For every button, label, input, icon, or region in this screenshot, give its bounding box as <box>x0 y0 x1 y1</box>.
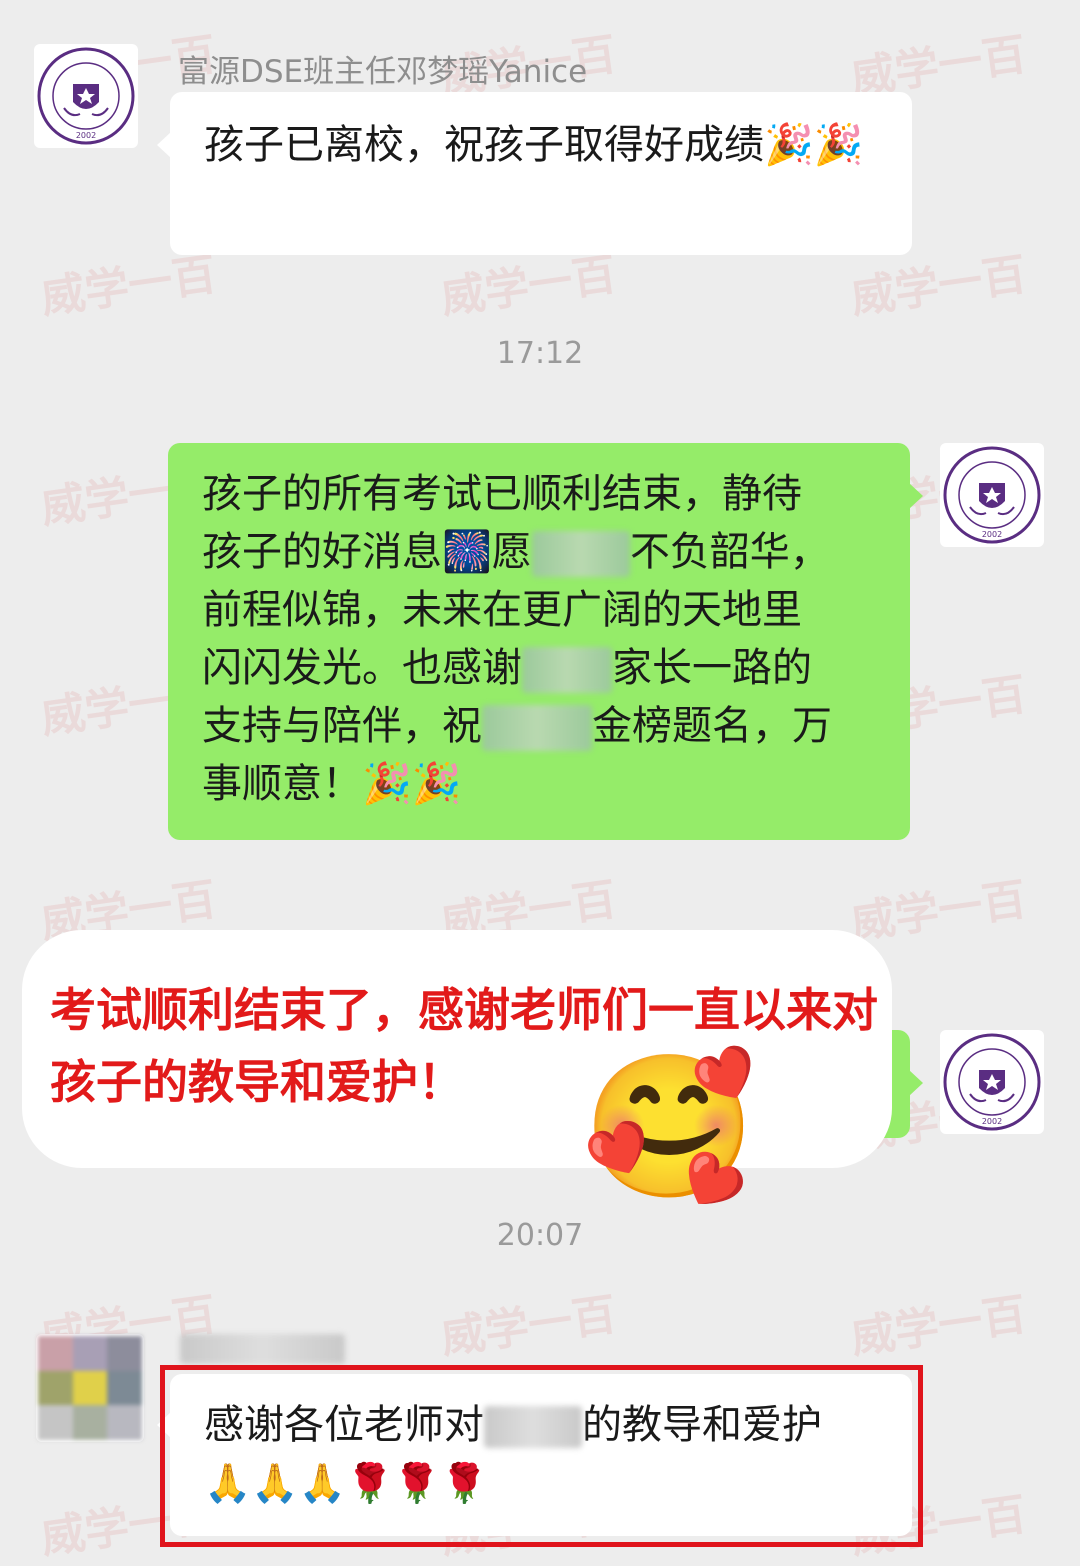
highlight-frame <box>160 1365 923 1547</box>
message-text-fragment: 金榜题名，万 <box>592 703 832 749</box>
parent-avatar[interactable] <box>36 1334 144 1442</box>
chat-message-list[interactable]: 2002 富源DSE班主任邓梦瑶Yanice 孩子已离校，祝孩子取得好成绩🎉🎉 … <box>0 0 1080 1559</box>
blurred-sender-name <box>180 1334 345 1364</box>
message-line: 闪闪发光。也感谢 家长一路的 <box>202 639 890 697</box>
blurred-avatar-image <box>38 1336 142 1440</box>
my-avatar[interactable]: 2002 <box>940 1030 1044 1134</box>
teacher-avatar[interactable]: 2002 <box>34 44 138 148</box>
message-text-fragment: 孩子的好消息🎆愿 <box>202 529 532 575</box>
bubble-tail <box>909 483 923 509</box>
bubble-tail <box>157 132 171 158</box>
blurred-name <box>522 647 612 693</box>
bubble-tail <box>909 1070 923 1096</box>
message-text: 孩子已离校，祝孩子取得好成绩🎉🎉 <box>204 122 864 168</box>
avatar-year: 2002 <box>982 530 1002 539</box>
message-line: 孩子的所有考试已顺利结束，静待 <box>202 471 802 517</box>
my-avatar[interactable]: 2002 <box>940 443 1044 547</box>
message-line: 支持与陪伴，祝 金榜题名，万 <box>202 697 890 755</box>
overlay-caption-card: 考试顺利结束了，感谢老师们一直以来对孩子的教导和爱护！ <box>22 930 892 1168</box>
message-line: 孩子的好消息🎆愿 不负韶华， <box>202 523 890 581</box>
blurred-name <box>482 705 592 751</box>
school-logo-icon: 2002 <box>37 47 135 145</box>
message-text-fragment: 家长一路的 <box>612 645 812 691</box>
message-text-fragment: 不负韶华， <box>629 529 830 575</box>
message-line: 前程似锦，未来在更广阔的天地里 <box>202 587 802 633</box>
message-text-fragment: 支持与陪伴，祝 <box>202 703 482 749</box>
school-logo-icon: 2002 <box>943 1033 1041 1131</box>
timestamp: 20:07 <box>496 1218 584 1253</box>
sender-name: 富源DSE班主任邓梦瑶Yanice <box>178 54 588 90</box>
avatar-year: 2002 <box>982 1117 1002 1126</box>
incoming-message-bubble[interactable]: 孩子已离校，祝孩子取得好成绩🎉🎉 <box>157 92 912 255</box>
avatar-year: 2002 <box>76 131 96 140</box>
message-text-fragment: 闪闪发光。也感谢 <box>202 645 522 691</box>
overlay-caption: 考试顺利结束了，感谢老师们一直以来对孩子的教导和爱护！ <box>50 983 878 1109</box>
school-logo-icon: 2002 <box>943 446 1041 544</box>
message-line: 事顺意！🎉🎉 <box>202 761 462 807</box>
blurred-name <box>531 531 630 577</box>
smiling-face-icon: 🥰 <box>582 1046 757 1209</box>
outgoing-message-bubble[interactable]: 孩子的所有考试已顺利结束，静待 孩子的好消息🎆愿 不负韶华， 前程似锦，未来在更广… <box>168 443 923 840</box>
timestamp: 17:12 <box>496 336 584 371</box>
